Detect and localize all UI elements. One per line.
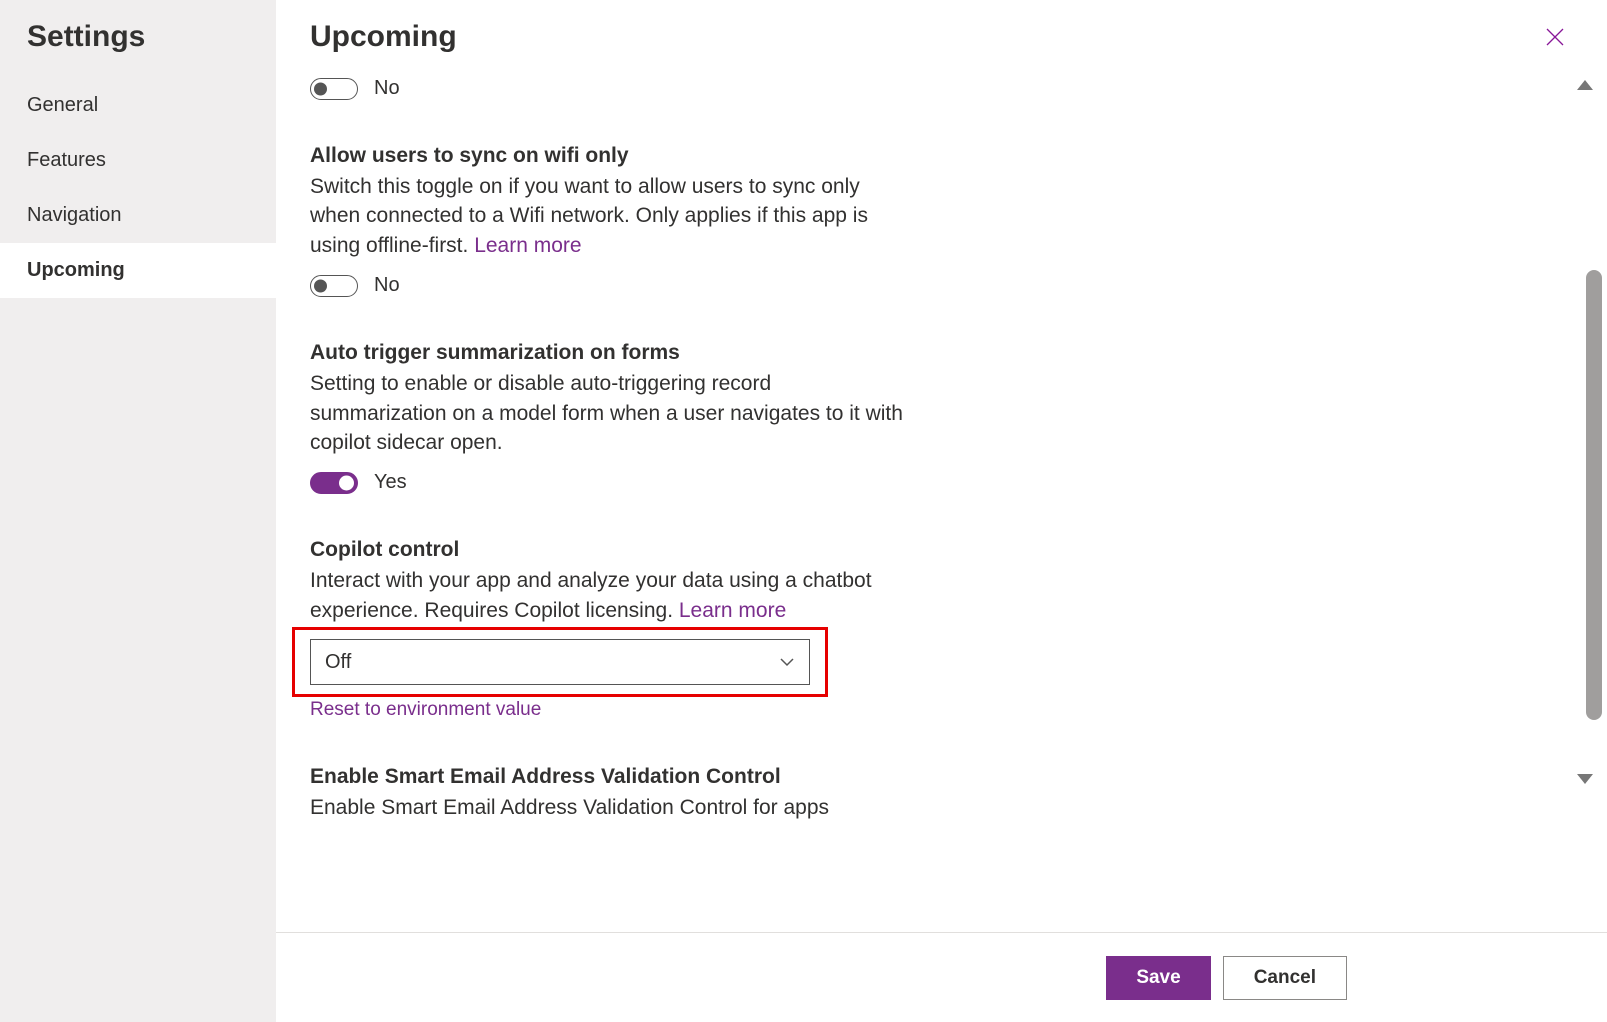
setting-unnamed-toggle: No <box>310 77 910 100</box>
sidebar-item-navigation[interactable]: Navigation <box>0 188 276 243</box>
copilot-learn-more-link[interactable]: Learn more <box>679 599 786 622</box>
summarization-toggle-label: Yes <box>374 471 407 494</box>
smart-email-desc: Enable Smart Email Address Validation Co… <box>310 793 910 822</box>
summarization-title: Auto trigger summarization on forms <box>310 341 910 365</box>
wifi-sync-toggle-label: No <box>374 274 400 297</box>
page-title: Upcoming <box>310 20 457 54</box>
wifi-learn-more-link[interactable]: Learn more <box>474 234 581 257</box>
cancel-button[interactable]: Cancel <box>1223 956 1347 1000</box>
main-panel: Upcoming No Allow users to s <box>276 0 1607 1022</box>
copilot-select[interactable]: Off <box>310 639 810 685</box>
smart-email-title: Enable Smart Email Address Validation Co… <box>310 765 910 789</box>
sidebar-item-general[interactable]: General <box>0 78 276 133</box>
settings-sidebar: Settings General Features Navigation Upc… <box>0 0 276 1022</box>
setting-summarization: Auto trigger summarization on forms Sett… <box>310 341 910 494</box>
wifi-sync-desc: Switch this toggle on if you want to all… <box>310 172 910 260</box>
sidebar-item-features[interactable]: Features <box>0 133 276 188</box>
summarization-toggle[interactable] <box>310 472 358 494</box>
copilot-select-value: Off <box>325 651 351 674</box>
summarization-desc: Setting to enable or disable auto-trigge… <box>310 369 910 457</box>
chevron-down-icon <box>779 654 795 670</box>
copilot-title: Copilot control <box>310 538 910 562</box>
wifi-sync-toggle[interactable] <box>310 275 358 297</box>
unnamed-toggle[interactable] <box>310 78 358 100</box>
unnamed-toggle-label: No <box>374 77 400 100</box>
sidebar-title: Settings <box>0 20 276 78</box>
close-icon <box>1543 25 1567 49</box>
footer-bar: Save Cancel <box>276 932 1607 1022</box>
close-button[interactable] <box>1537 19 1573 55</box>
copilot-reset-link[interactable]: Reset to environment value <box>310 699 541 721</box>
setting-smart-email: Enable Smart Email Address Validation Co… <box>310 765 910 822</box>
copilot-desc: Interact with your app and analyze your … <box>310 566 910 625</box>
setting-copilot: Copilot control Interact with your app a… <box>310 538 910 721</box>
save-button[interactable]: Save <box>1106 956 1210 1000</box>
setting-wifi-sync: Allow users to sync on wifi only Switch … <box>310 144 910 297</box>
sidebar-item-upcoming[interactable]: Upcoming <box>0 243 276 298</box>
wifi-sync-title: Allow users to sync on wifi only <box>310 144 910 168</box>
